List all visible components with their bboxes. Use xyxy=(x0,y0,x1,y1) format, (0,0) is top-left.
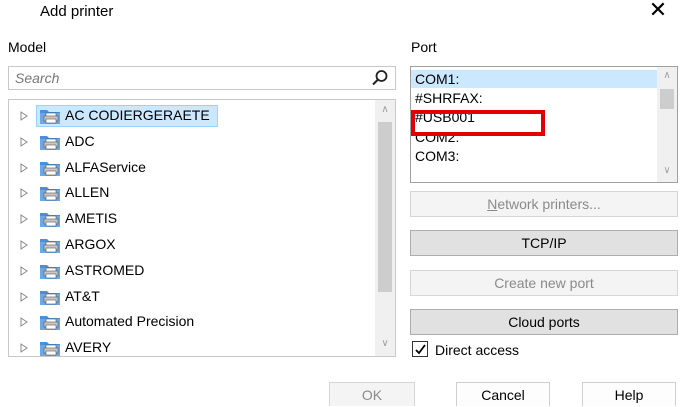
expand-triangle-icon[interactable] xyxy=(20,343,28,354)
expand-triangle-icon[interactable] xyxy=(20,188,28,199)
model-list-item[interactable]: ALLEN xyxy=(9,180,375,206)
expand-triangle-icon[interactable] xyxy=(20,111,28,121)
model-search-box[interactable] xyxy=(8,66,396,90)
model-list-item[interactable]: ASTROMED xyxy=(9,258,375,284)
scroll-up-icon[interactable]: ∧ xyxy=(375,104,395,115)
printer-folder-icon xyxy=(40,342,60,356)
model-item-label: AMETIS xyxy=(65,210,118,227)
search-icon[interactable] xyxy=(371,69,389,87)
printer-folder-icon xyxy=(40,213,60,228)
model-list-item[interactable]: ADC xyxy=(9,129,375,155)
expand-triangle-icon[interactable] xyxy=(20,317,28,328)
direct-access-checkbox[interactable] xyxy=(412,341,428,357)
scroll-thumb[interactable] xyxy=(660,89,674,109)
expand-triangle-icon[interactable] xyxy=(20,214,28,225)
model-list-item[interactable]: ARGOX xyxy=(9,232,375,258)
port-list-item[interactable]: COM3: xyxy=(411,147,657,165)
model-item-label: Automated Precision xyxy=(65,313,195,330)
cloud-ports-label: Cloud ports xyxy=(508,314,580,330)
model-item-label: ADC xyxy=(65,132,95,149)
cancel-label: Cancel xyxy=(481,387,525,403)
port-scrollbar[interactable]: ∧ ∨ xyxy=(657,67,677,182)
port-label: Port xyxy=(411,39,437,55)
scroll-up-icon[interactable]: ∧ xyxy=(657,70,677,81)
printer-folder-icon xyxy=(40,161,60,176)
model-item-label: AC CODIERGERAETE xyxy=(65,107,210,123)
printer-folder-icon xyxy=(40,110,60,124)
model-list-item[interactable]: AMETIS xyxy=(9,206,375,232)
model-item-label: AVERY xyxy=(65,339,112,356)
model-list-item[interactable]: ALFAService xyxy=(9,155,375,181)
highlight-box xyxy=(411,110,545,136)
network-printers-label: Network printers... xyxy=(487,196,601,212)
expand-triangle-icon[interactable] xyxy=(20,291,28,302)
scroll-thumb[interactable] xyxy=(378,122,392,292)
model-label: Model xyxy=(8,39,47,55)
model-item-label: ALFAService xyxy=(65,158,146,175)
scroll-down-icon[interactable]: ∨ xyxy=(657,165,677,176)
model-item-label: ASTROMED xyxy=(65,261,145,278)
model-item-label: AT&T xyxy=(65,287,100,304)
ok-button[interactable]: OK xyxy=(329,382,415,406)
help-button[interactable]: Help xyxy=(582,382,676,406)
network-printers-button[interactable]: Network printers... xyxy=(410,191,678,217)
printer-folder-icon xyxy=(40,135,60,150)
expand-triangle-icon[interactable] xyxy=(20,265,28,276)
create-new-port-button[interactable]: Create new port xyxy=(410,270,678,296)
search-input[interactable] xyxy=(9,67,349,89)
tcpip-label: TCP/IP xyxy=(521,235,567,251)
checkmark-icon xyxy=(415,344,426,355)
port-list-item[interactable]: COM1: xyxy=(411,70,657,88)
expand-triangle-icon[interactable] xyxy=(20,162,28,173)
model-item-label: ALLEN xyxy=(65,184,110,201)
direct-access-label[interactable]: Direct access xyxy=(435,342,519,358)
model-list-item[interactable]: AVERY xyxy=(9,335,375,356)
model-list-item[interactable]: AC CODIERGERAETE xyxy=(9,103,375,129)
model-list[interactable]: AC CODIERGERAETE ADC ALFAService ALLEN AMETI… xyxy=(8,99,396,357)
model-scrollbar[interactable]: ∧ ∨ xyxy=(375,100,395,356)
cancel-button[interactable]: Cancel xyxy=(456,382,550,406)
model-list-item[interactable]: Automated Precision xyxy=(9,309,375,335)
tcpip-button[interactable]: TCP/IP xyxy=(410,230,678,256)
model-list-item[interactable]: AT&T xyxy=(9,284,375,310)
expand-triangle-icon[interactable] xyxy=(20,240,28,250)
create-new-port-label: Create new port xyxy=(494,275,594,291)
expand-triangle-icon[interactable] xyxy=(20,136,28,147)
window-title: Add printer xyxy=(40,3,114,20)
port-list-item[interactable]: #SHRFAX: xyxy=(411,89,657,107)
model-item-label: ARGOX xyxy=(65,236,116,252)
printer-folder-icon xyxy=(40,239,60,253)
cloud-ports-button[interactable]: Cloud ports xyxy=(410,309,678,335)
ok-label: OK xyxy=(361,387,383,403)
close-icon[interactable]: ✕ xyxy=(646,0,670,22)
scroll-down-icon[interactable]: ∨ xyxy=(375,338,395,349)
printer-folder-icon xyxy=(40,316,60,331)
printer-folder-icon xyxy=(40,264,60,279)
printer-folder-icon xyxy=(40,290,60,305)
help-label: Help xyxy=(614,387,644,403)
printer-folder-icon xyxy=(40,187,60,202)
